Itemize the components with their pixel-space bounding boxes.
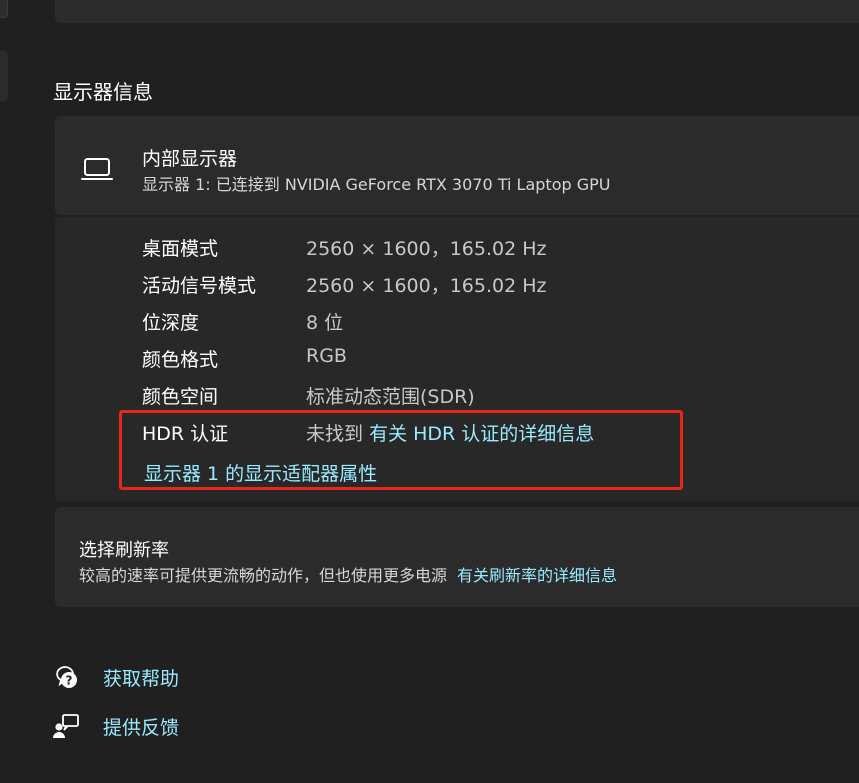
refresh-rate-description: 较高的速率可提供更流畅的动作，但也使用更多电源: [79, 566, 448, 585]
get-help-link[interactable]: 获取帮助: [103, 664, 179, 691]
highlight-annotation-box: [119, 410, 683, 490]
display-subtitle: 显示器 1: 已连接到 NVIDIA GeForce RTX 3070 Ti L…: [142, 175, 611, 194]
section-title: 显示器信息: [53, 80, 153, 104]
refresh-rate-description-group: 较高的速率可提供更流畅的动作，但也使用更多电源 有关刷新率的详细信息: [79, 562, 617, 586]
display-title: 内部显示器: [142, 148, 238, 170]
get-help-item[interactable]: ? 获取帮助: [52, 662, 179, 692]
previous-settings-card[interactable]: [55, 0, 859, 23]
detail-label: 活动信号模式: [142, 275, 257, 297]
refresh-rate-card[interactable]: 选择刷新率 较高的速率可提供更流畅的动作，但也使用更多电源 有关刷新率的详细信息: [55, 507, 859, 607]
help-chat-icon: ?: [56, 666, 77, 688]
give-feedback-link[interactable]: 提供反馈: [103, 713, 179, 740]
detail-label: 桌面模式: [142, 238, 219, 260]
feedback-icon: [53, 714, 79, 738]
detail-label: 位深度: [142, 312, 200, 334]
give-feedback-item[interactable]: 提供反馈: [52, 711, 179, 741]
settings-page: 显示器信息 内部显示器 显示器 1: 已连接到 NVIDIA GeForce R…: [0, 0, 859, 783]
detail-label: 颜色空间: [142, 386, 219, 408]
detail-value: 2560 × 1600，165.02 Hz: [306, 238, 547, 260]
laptop-icon: [81, 158, 113, 180]
detail-label: 颜色格式: [142, 349, 219, 371]
nav-edge-control[interactable]: [0, 0, 8, 18]
svg-text:?: ?: [66, 674, 73, 688]
detail-value: 8 位: [306, 312, 344, 334]
detail-value: RGB: [306, 345, 347, 367]
display-header-card: 内部显示器 显示器 1: 已连接到 NVIDIA GeForce RTX 307…: [55, 116, 859, 215]
detail-value: 标准动态范围(SDR): [306, 386, 475, 408]
refresh-rate-title: 选择刷新率: [79, 540, 169, 561]
refresh-rate-info-link[interactable]: 有关刷新率的详细信息: [457, 566, 617, 585]
nav-edge-item[interactable]: [0, 50, 8, 102]
detail-value: 2560 × 1600，165.02 Hz: [306, 275, 547, 297]
